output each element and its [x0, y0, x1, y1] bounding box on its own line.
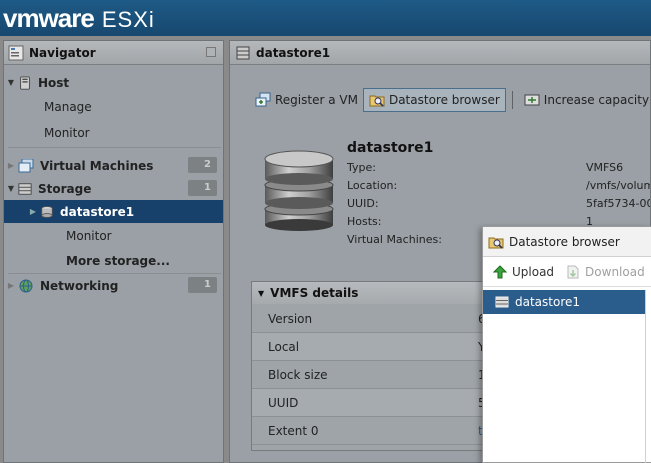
datastore-browser-dialog: Datastore browser Upload Download datast… [482, 226, 651, 463]
virtual-machines-icon [18, 158, 34, 172]
prop-label-location: Location: [347, 179, 398, 192]
increase-capacity-icon [524, 94, 540, 106]
dialog-titlebar[interactable]: Datastore browser [483, 227, 651, 257]
detail-key: Local [268, 339, 300, 354]
navigator-header: Navigator [4, 41, 223, 65]
panel-header: datastore1 [230, 41, 650, 65]
datastore-browser-icon [488, 237, 504, 249]
nav-item-label: Storage [38, 181, 92, 196]
expand-triangle-icon[interactable]: ▼ [4, 184, 18, 193]
nav-item-label: datastore1 [60, 204, 135, 219]
nav-item-label: Host [38, 75, 70, 90]
host-icon [20, 75, 30, 90]
datastore-icon [495, 296, 509, 308]
expand-triangle-icon[interactable]: ▶ [26, 207, 40, 216]
prop-value-uuid: 5faf5734-00e [586, 197, 650, 210]
expand-triangle-icon[interactable]: ▼ [4, 78, 18, 87]
storage-icon [18, 182, 32, 195]
nav-item-host[interactable]: ▼ Host [4, 71, 223, 94]
datastore-icon [236, 46, 250, 59]
detail-key: UUID [268, 395, 299, 410]
datastore-toolbar: Register a VM Datastore browser Increase… [250, 88, 650, 112]
expand-triangle-icon[interactable]: ▶ [4, 281, 18, 290]
datastore-browser-button[interactable]: Datastore browser [362, 88, 506, 112]
detail-key: Version [268, 311, 313, 326]
toolbar-separator [511, 91, 513, 109]
datastore-large-icon [264, 150, 334, 231]
nav-item-host-monitor[interactable]: Monitor [4, 121, 223, 144]
nav-item-storage[interactable]: ▼ Storage 1 [4, 177, 223, 200]
nav-item-datastore1[interactable]: ▶ datastore1 [4, 200, 223, 223]
download-label: Download [585, 264, 645, 279]
brand-vendor: vmware [3, 3, 95, 33]
nav-item-label: Virtual Machines [40, 158, 154, 173]
nav-item-label: Monitor [66, 228, 112, 243]
detail-key: Extent 0 [268, 423, 319, 438]
download-button[interactable]: Download [566, 265, 645, 279]
detail-value: t [478, 423, 483, 438]
brand-product: ESXi [101, 7, 155, 32]
navigator-panel: Navigator ▼ Host Manage Monitor ▶ Virtua… [3, 40, 224, 463]
dialog-toolbar: Upload Download [483, 257, 651, 287]
nav-item-datastore-monitor[interactable]: Monitor [4, 224, 223, 247]
vmware-esxi-logo: vmware ESXi [3, 3, 155, 33]
upload-label: Upload [512, 264, 555, 279]
nav-item-host-manage[interactable]: Manage [4, 95, 223, 118]
upload-arrow-icon [493, 264, 507, 278]
dialog-title: Datastore browser [509, 234, 620, 249]
detail-key: Block size [268, 367, 328, 382]
prop-value-type: VMFS6 [586, 161, 624, 174]
prop-label-hosts: Hosts: [347, 215, 382, 228]
register-vm-label: Register a VM [275, 93, 358, 107]
count-badge: 1 [188, 180, 217, 196]
increase-capacity-button[interactable]: Increase capacity [519, 88, 650, 112]
prop-label-type: Type: [347, 161, 376, 174]
collapse-triangle-icon[interactable]: ▼ [258, 289, 264, 298]
nav-item-label: Monitor [44, 125, 90, 140]
top-brand-bar: vmware ESXi [0, 0, 651, 36]
count-badge: 2 [188, 157, 217, 173]
nav-item-label: Manage [44, 99, 92, 114]
vmfs-details-title: VMFS details [270, 286, 359, 300]
register-vm-icon [255, 92, 271, 107]
nav-item-virtual-machines[interactable]: ▶ Virtual Machines 2 [4, 154, 223, 177]
panel-title: datastore1 [256, 45, 331, 60]
navigator-title: Navigator [29, 45, 96, 60]
download-icon [567, 265, 579, 278]
prop-label-uuid: UUID: [347, 197, 379, 210]
datastore-browser-icon [369, 95, 385, 107]
collapse-navigator-button[interactable] [206, 47, 216, 57]
increase-capacity-label: Increase capacity [543, 93, 650, 107]
nav-item-label: More storage... [66, 253, 170, 268]
list-item[interactable]: datastore1 [483, 290, 645, 314]
upload-button[interactable]: Upload [493, 265, 554, 279]
divider [8, 147, 221, 148]
count-badge: 1 [188, 277, 217, 293]
datastore-icon [41, 205, 53, 218]
nav-item-more-storage[interactable]: More storage... [4, 249, 223, 272]
prop-value-location: /vmfs/volume [586, 179, 650, 192]
nav-item-networking[interactable]: ▶ Networking 1 [4, 274, 223, 297]
list-item-label: datastore1 [515, 295, 581, 309]
nav-item-label: Networking [40, 278, 119, 293]
datastore-list: datastore1 [483, 290, 646, 463]
expand-triangle-icon[interactable]: ▶ [4, 161, 18, 170]
datastore-name: datastore1 [347, 140, 434, 156]
navigator-icon [8, 45, 24, 60]
prop-label-virtual-machines: Virtual Machines: [347, 233, 442, 246]
networking-icon [19, 279, 33, 292]
datastore-browser-label: Datastore browser [388, 93, 500, 107]
register-vm-button[interactable]: Register a VM [250, 88, 363, 112]
